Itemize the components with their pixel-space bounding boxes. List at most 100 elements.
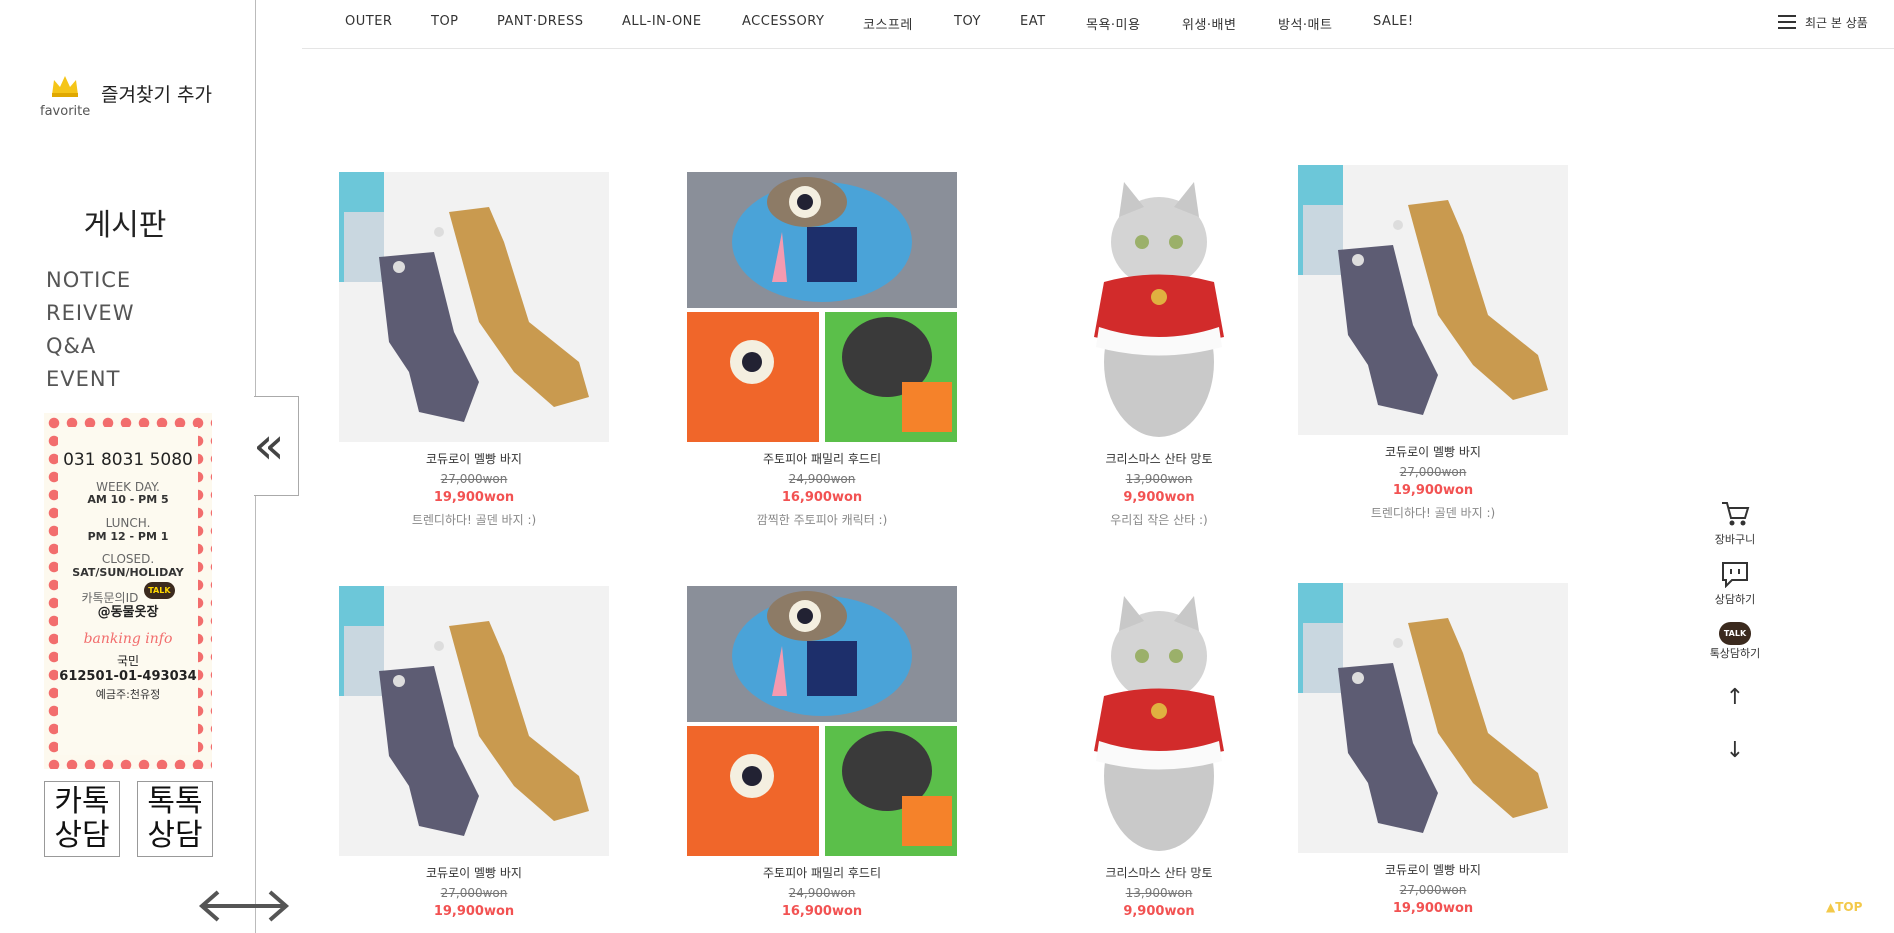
banking-info-title: banking info [83, 630, 173, 647]
product-image-wrap[interactable] [1024, 586, 1294, 856]
product-sale-price: 16,900won [781, 490, 863, 505]
product-original-price: 27,000won [1399, 465, 1467, 479]
product-card[interactable]: 주토피아 패밀리 후드티 24,900won 16,900won [687, 586, 957, 919]
product-name[interactable]: 코듀로이 멜빵 바지 [1298, 861, 1568, 878]
product-card[interactable]: 코듀로이 멜빵 바지 27,000won 19,900won 트렌디하다! 골덴 바지… [1298, 165, 1568, 521]
product-card[interactable]: 크리스마스 산타 망토 13,900won 9,900won 우리집 작은 산타 :) [1024, 172, 1294, 528]
product-card[interactable]: 코듀로이 멜빵 바지 27,000won 19,900won [1298, 583, 1568, 916]
chat-icon [1722, 562, 1748, 589]
nav-cosplay[interactable]: 코스프레 [863, 14, 913, 33]
favorite-add-button[interactable]: favorite 즐겨찾기 추가 [38, 68, 238, 120]
product-image [1024, 586, 1294, 856]
talktalk-consult-line2: 상담 [147, 818, 203, 853]
kakao-id: @동물옷장 [97, 604, 159, 620]
product-image-wrap[interactable] [339, 586, 609, 856]
product-description: 깜찍한 주토피아 캐릭터 :) [756, 513, 888, 527]
board-link-qna[interactable]: Q&A [46, 334, 96, 358]
product-sale-price: 19,900won [1392, 901, 1474, 916]
product-image-wrap[interactable] [687, 172, 957, 442]
crown-icon [52, 76, 78, 97]
nav-all-in-one[interactable]: ALL-IN-ONE [622, 14, 702, 29]
product-original-price: 27,000won [1399, 883, 1467, 897]
product-sale-price: 16,900won [781, 904, 863, 919]
product-name[interactable]: 주토피아 패밀리 후드티 [687, 864, 957, 881]
nav-toy[interactable]: TOY [954, 14, 981, 29]
product-sale-price: 19,900won [433, 904, 515, 919]
board-title: 게시판 [83, 208, 167, 243]
product-original-price: 13,900won [1125, 472, 1193, 486]
nav-pant-dress[interactable]: PANT·DRESS [497, 14, 583, 29]
nav-hygiene[interactable]: 위생·배변 [1182, 14, 1236, 33]
product-name[interactable]: 코듀로이 멜빵 바지 [1298, 443, 1568, 460]
product-sale-price: 19,900won [433, 490, 515, 505]
talktalk-consult-line1: 톡톡 [147, 784, 203, 819]
back-to-top-button[interactable]: ▲TOP [1826, 900, 1862, 914]
horizontal-resize-icon[interactable] [196, 888, 292, 924]
board-link-review[interactable]: REIVEW [46, 301, 134, 325]
bank-holder: 예금주:천유정 [95, 688, 161, 702]
favorite-label: 즐겨찾기 추가 [101, 84, 212, 106]
product-image-wrap[interactable] [339, 172, 609, 442]
product-description: 트렌디하다! 골덴 바지 :) [1370, 506, 1496, 520]
product-image [339, 172, 609, 442]
nav-accessory[interactable]: ACCESSORY [742, 14, 824, 29]
quick-consult-label: 상담하기 [1714, 593, 1756, 606]
nav-sale[interactable]: SALE! [1373, 14, 1414, 29]
scroll-down-arrow-icon[interactable]: ↓ [1700, 738, 1770, 763]
product-sale-price: 19,900won [1392, 483, 1474, 498]
cart-icon [1722, 502, 1750, 526]
product-name[interactable]: 주토피아 패밀리 후드티 [687, 450, 957, 467]
product-card[interactable]: 주토피아 패밀리 후드티 24,900won 16,900won 깜찍한 주토피아 캐… [687, 172, 957, 528]
product-original-price: 24,900won [788, 472, 856, 486]
up-triangle-icon: ▲ [1826, 900, 1836, 914]
talktalk-consult-button[interactable]: 톡톡 상담 [137, 781, 213, 857]
board-link-notice[interactable]: NOTICE [46, 268, 131, 292]
nav-outer[interactable]: OUTER [345, 14, 392, 29]
kakao-consult-line2: 상담 [54, 818, 110, 853]
product-sale-price: 9,900won [1123, 490, 1195, 505]
nav-top[interactable]: TOP [431, 14, 459, 29]
product-name[interactable]: 코듀로이 멜빵 바지 [339, 864, 609, 881]
recent-viewed-label: 최근 본 상품 [1805, 16, 1868, 30]
product-image-wrap[interactable] [1298, 165, 1568, 435]
product-image [339, 586, 609, 856]
product-sale-price: 9,900won [1123, 904, 1195, 919]
phone-number: 031 8031 5080 [63, 450, 193, 470]
product-original-price: 27,000won [440, 886, 508, 900]
talk-bubble-icon: TALK [1718, 622, 1752, 645]
product-image-wrap[interactable] [687, 586, 957, 856]
nav-cushion-mat[interactable]: 방석·매트 [1278, 14, 1332, 33]
product-name[interactable]: 코듀로이 멜빵 바지 [339, 450, 609, 467]
product-image [687, 586, 957, 856]
quick-cart[interactable]: 장바구니 [1700, 500, 1770, 547]
product-card[interactable]: 코듀로이 멜빵 바지 27,000won 19,900won 트렌디하다! 골덴 바지… [339, 172, 609, 528]
product-image [687, 172, 957, 442]
product-name[interactable]: 크리스마스 산타 망토 [1024, 864, 1294, 881]
kakao-consult-button[interactable]: 카톡 상담 [44, 781, 120, 857]
product-image-wrap[interactable] [1024, 172, 1294, 442]
kakao-consult-line1: 카톡 [54, 784, 110, 819]
kakao-label: 카톡문의ID [81, 590, 139, 605]
quick-consult[interactable]: 상담하기 [1700, 560, 1770, 607]
product-name[interactable]: 크리스마스 산타 망토 [1024, 450, 1294, 467]
lunch-label: LUNCH. [105, 515, 151, 530]
product-card[interactable]: 코듀로이 멜빵 바지 27,000won 19,900won [339, 586, 609, 919]
closed-days: SAT/SUN/HOLIDAY [72, 566, 184, 580]
board-link-event[interactable]: EVENT [46, 367, 120, 391]
closed-label: CLOSED. [101, 552, 155, 567]
left-sidebar: favorite 즐겨찾기 추가 게시판 NOTICE REIVEW Q&A E… [0, 0, 256, 933]
product-image-wrap[interactable] [1298, 583, 1568, 853]
quick-talktalk[interactable]: TALK 톡상담하기 [1700, 622, 1770, 661]
nav-bath-grooming[interactable]: 목욕·미용 [1086, 14, 1140, 33]
scroll-up-arrow-icon[interactable]: ↑ [1700, 685, 1770, 710]
weekday-label: WEEK DAY. [96, 479, 160, 494]
product-image [1298, 165, 1568, 435]
nav-eat[interactable]: EAT [1020, 14, 1046, 29]
product-description: 우리집 작은 산타 :) [1110, 513, 1208, 527]
talk-badge-icon: TALK [144, 581, 175, 600]
product-card[interactable]: 크리스마스 산타 망토 13,900won 9,900won [1024, 586, 1294, 919]
double-chevron-left-icon[interactable]: « [253, 420, 285, 472]
top-navigation: OUTER TOP PANT·DRESS ALL-IN-ONE ACCESSOR… [302, 0, 1894, 49]
bank-name: 국민 [116, 653, 140, 668]
quick-talktalk-label: 톡상담하기 [1709, 647, 1761, 660]
